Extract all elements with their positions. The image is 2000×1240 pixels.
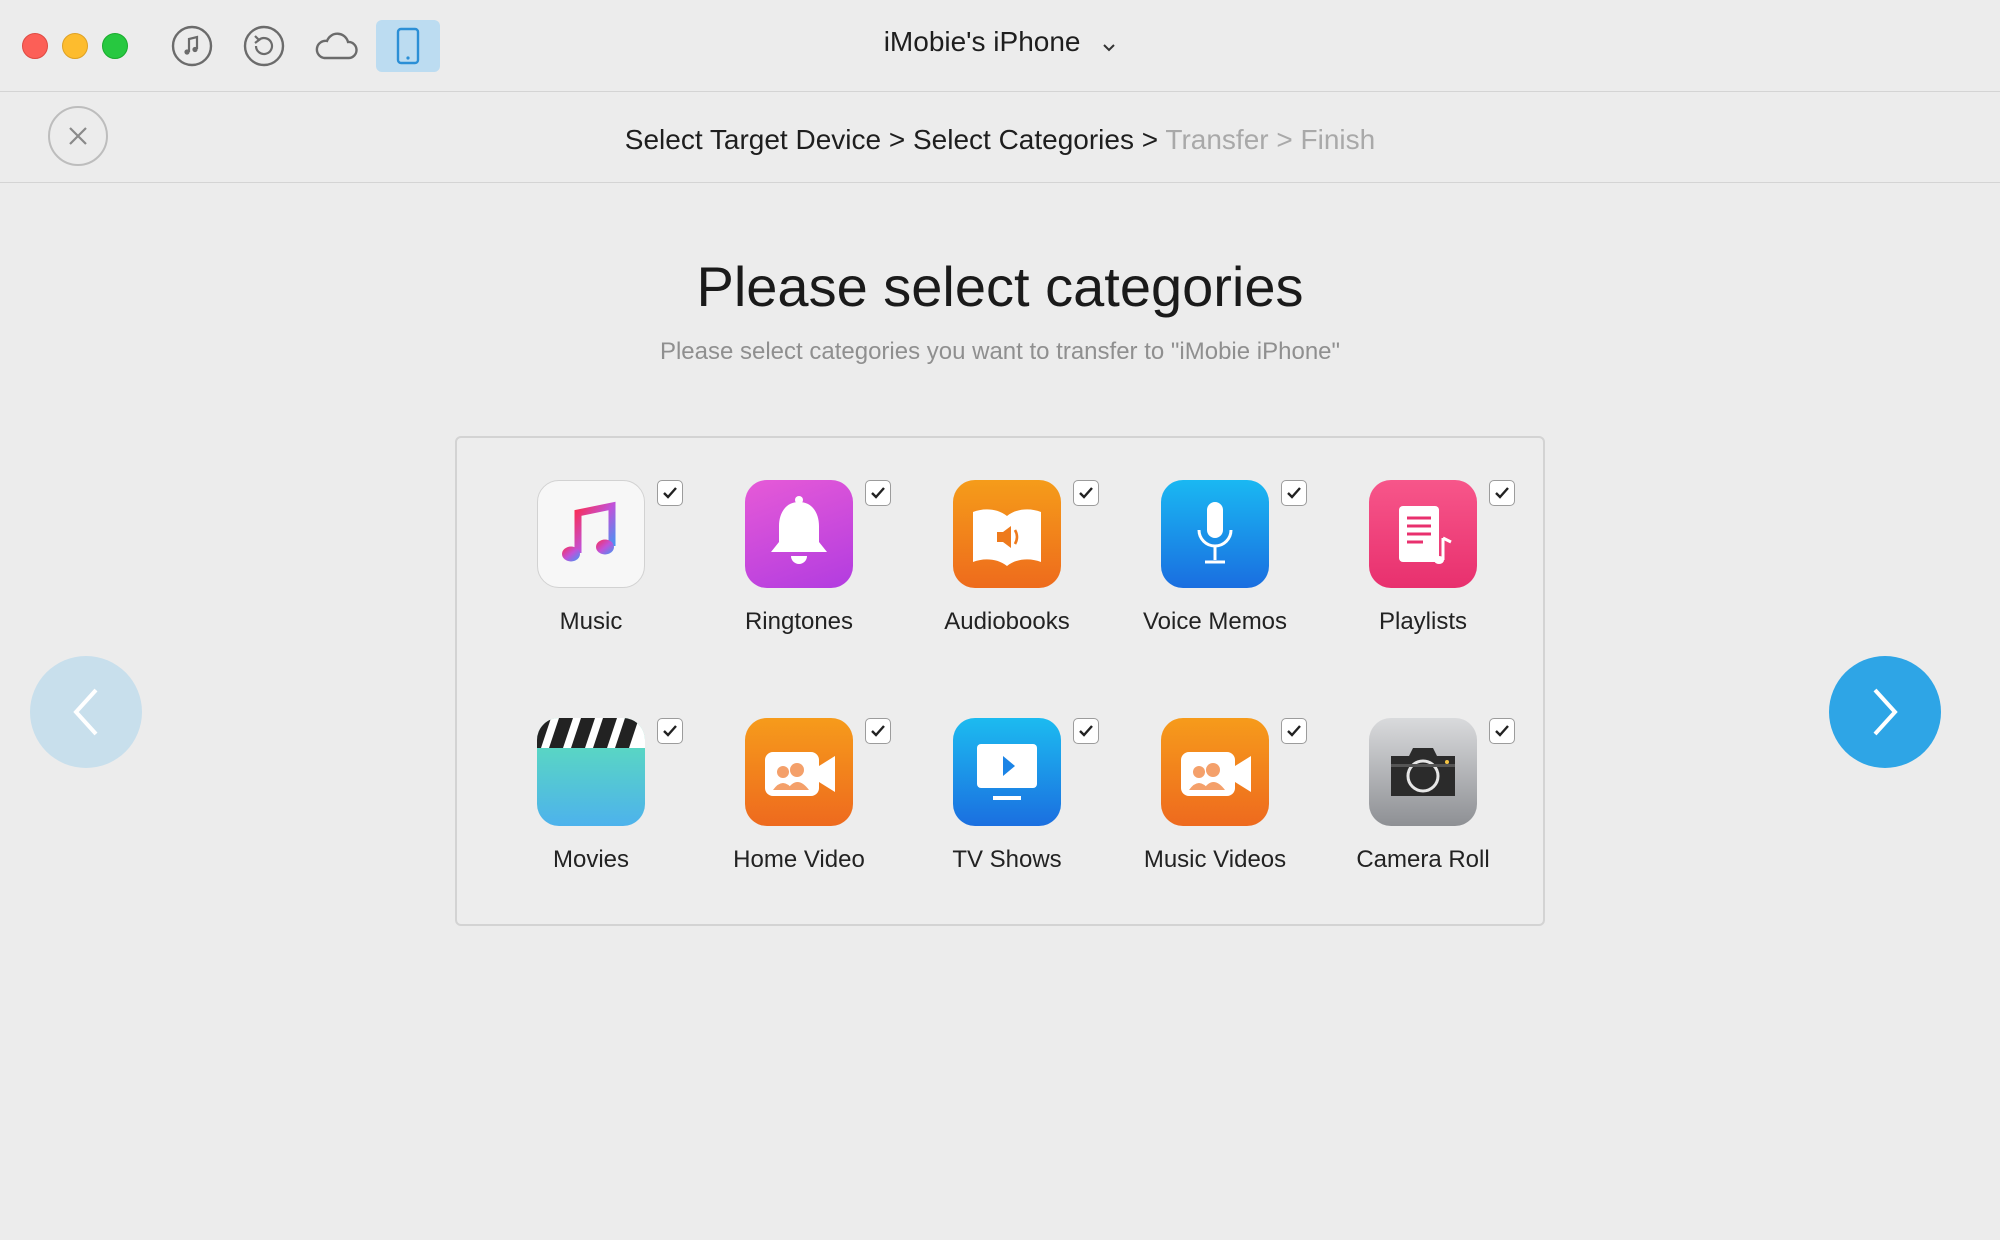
category-label: Voice Memos [1142,608,1288,635]
category-audiobooks[interactable]: Audiobooks [916,480,1099,660]
previous-step-button[interactable] [30,656,142,768]
home-video-icon [745,718,853,826]
categories-panel: Music Ringtones Audiobooks Voice Memos P… [455,436,1545,926]
category-camera-roll[interactable]: Camera Roll [1332,718,1515,898]
camera-icon [1369,718,1477,826]
category-voice-memos[interactable]: Voice Memos [1124,480,1307,660]
category-music[interactable]: Music [500,480,683,660]
category-home-video-checkbox[interactable] [865,718,891,744]
category-ringtones[interactable]: Ringtones [708,480,891,660]
category-ringtones-checkbox[interactable] [865,480,891,506]
category-movies-checkbox[interactable] [657,718,683,744]
device-title-label: iMobie's iPhone [883,26,1081,57]
music-icon [537,480,645,588]
category-playlists-checkbox[interactable] [1489,480,1515,506]
category-label: Music Videos [1143,846,1287,873]
page-title: Please select categories [696,255,1304,318]
category-playlists[interactable]: Playlists [1332,480,1515,660]
chevron-right-icon [1873,688,1898,736]
music-video-icon [1161,718,1269,826]
category-camera-roll-checkbox[interactable] [1489,718,1515,744]
breadcrumb: Select Target Device > Select Categories… [0,124,2000,156]
steps-bar: Select Target Device > Select Categories… [0,92,2000,183]
microphone-icon [1161,480,1269,588]
chevron-left-icon [73,688,98,736]
category-label: Audiobooks [944,608,1070,635]
category-audiobooks-checkbox[interactable] [1073,480,1099,506]
category-tv-shows-checkbox[interactable] [1073,718,1099,744]
chevron-down-icon [1102,28,1116,60]
next-step-button[interactable] [1829,656,1941,768]
category-tv-shows[interactable]: TV Shows [916,718,1099,898]
category-movies[interactable]: Movies [500,718,683,898]
category-home-video[interactable]: Home Video [708,718,891,898]
category-label: Camera Roll [1356,846,1490,873]
category-label: Playlists [1378,608,1468,635]
playlist-icon [1369,480,1477,588]
audiobook-icon [953,480,1061,588]
bell-icon [745,480,853,588]
title-bar: iMobie's iPhone [0,0,2000,92]
tv-icon [953,718,1061,826]
category-label: Music [559,608,623,635]
category-music-videos-checkbox[interactable] [1281,718,1307,744]
category-voice-memos-checkbox[interactable] [1281,480,1307,506]
category-music-checkbox[interactable] [657,480,683,506]
breadcrumb-completed-steps: Select Target Device > Select Categories… [624,124,1166,155]
page-subtitle: Please select categories you want to tra… [659,338,1341,365]
clapperboard-icon [537,718,645,826]
device-selector[interactable]: iMobie's iPhone [0,26,2000,60]
category-label: Home Video [733,846,865,873]
category-label: TV Shows [952,846,1062,873]
category-music-videos[interactable]: Music Videos [1124,718,1307,898]
category-label: Movies [552,846,630,873]
category-label: Ringtones [744,608,854,635]
breadcrumb-pending-steps: Transfer > Finish [1165,124,1376,155]
